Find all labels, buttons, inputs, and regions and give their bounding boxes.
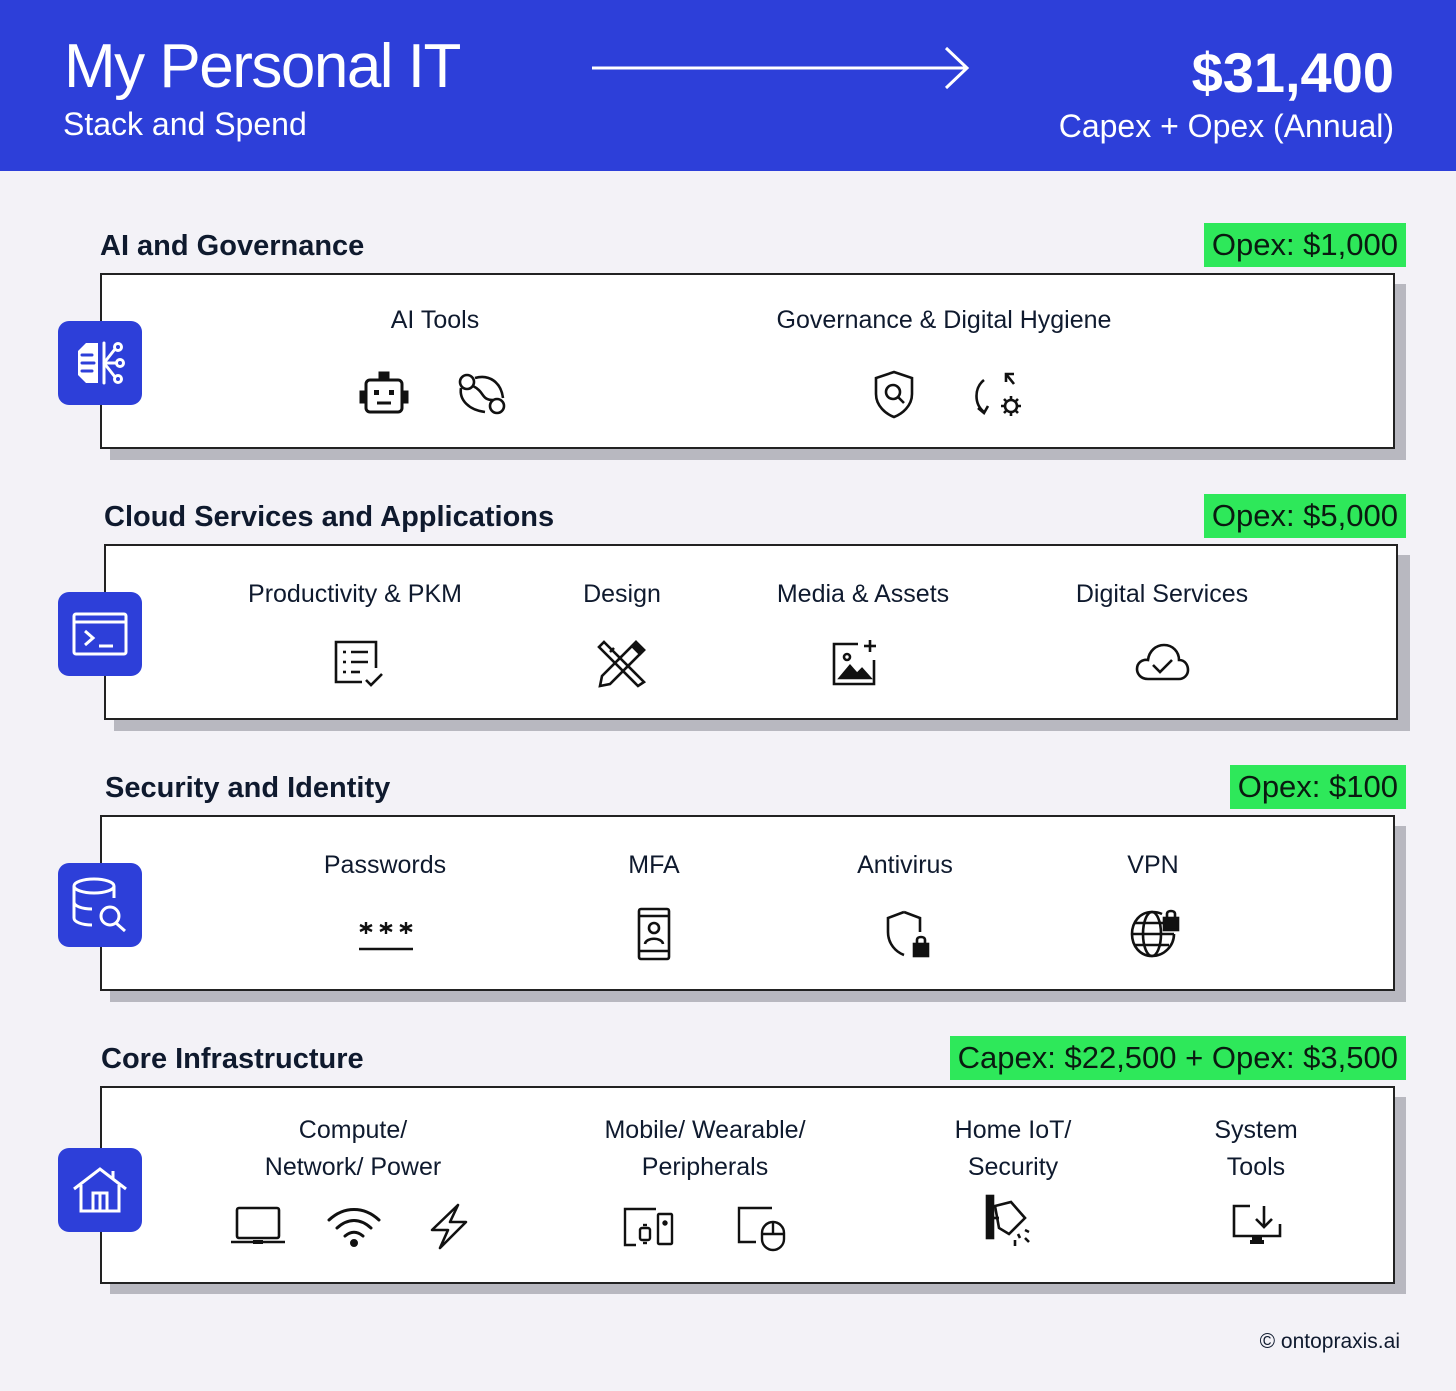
badge-core-infra: Capex: $22,500 + Opex: $3,500 xyxy=(949,1036,1406,1080)
checklist-icon xyxy=(334,640,383,687)
database-search-icon xyxy=(58,863,142,947)
item-label-media: Media & Assets xyxy=(776,580,950,608)
badge-security: Opex: $100 xyxy=(1229,765,1406,809)
robot-icon xyxy=(359,371,409,414)
phone-user-icon xyxy=(637,907,671,961)
item-label-passwords: Passwords xyxy=(323,851,447,879)
right-arrow-icon xyxy=(592,46,970,90)
total-caption: Capex + Opex (Annual) xyxy=(1058,108,1394,144)
wifi-icon xyxy=(327,1208,381,1247)
header-banner: My Personal IT Stack and Spend $31,400 C… xyxy=(0,0,1456,171)
monitor-download-icon xyxy=(1232,1204,1282,1244)
mouse-icon xyxy=(737,1206,786,1252)
total-spend: $31,400 xyxy=(1191,41,1394,104)
shield-search-icon xyxy=(874,370,914,419)
pencil-ruler-icon xyxy=(597,640,647,688)
cloud-check-icon xyxy=(1135,643,1190,681)
page-title: My Personal IT xyxy=(64,32,461,101)
copyright-footer: © ontopraxis.ai xyxy=(1259,1330,1400,1353)
item-label-digital-services: Digital Services xyxy=(1075,580,1249,608)
section-title-ai-governance: AI and Governance xyxy=(100,230,365,262)
shield-lock-icon xyxy=(886,910,930,958)
item-label-productivity: Productivity & PKM xyxy=(248,580,462,608)
globe-lock-icon xyxy=(1130,909,1180,958)
ai-brain-network-icon xyxy=(58,321,142,405)
page-subtitle: Stack and Spend xyxy=(63,106,307,142)
card-cloud-services xyxy=(104,544,1398,720)
card-ai-governance xyxy=(100,273,1395,449)
item-label-antivirus: Antivirus xyxy=(857,851,953,879)
item-label-mobile: Mobile/ Wearable/ Peripherals xyxy=(604,1116,806,1181)
card-security xyxy=(100,815,1395,991)
item-label-vpn: VPN xyxy=(1127,851,1179,879)
laptop-icon xyxy=(231,1206,285,1244)
item-label-mfa: MFA xyxy=(628,851,680,879)
item-label-system-tools: System Tools xyxy=(1214,1116,1298,1181)
section-title-cloud-services: Cloud Services and Applications xyxy=(104,501,555,533)
badge-cloud-services: Opex: $5,000 xyxy=(1203,494,1406,538)
section-title-security: Security and Identity xyxy=(105,772,391,804)
item-label-ai-tools: AI Tools xyxy=(390,306,480,334)
lightning-icon xyxy=(430,1203,468,1250)
item-label-compute: Compute/ Network/ Power xyxy=(264,1116,442,1181)
terminal-window-icon xyxy=(58,592,142,676)
add-image-icon xyxy=(832,640,876,686)
devices-icon xyxy=(623,1207,674,1247)
refresh-settings-icon xyxy=(975,372,1021,416)
item-label-home-iot: Home IoT/ Security xyxy=(954,1116,1072,1181)
home-icon xyxy=(58,1148,142,1232)
badge-ai-governance: Opex: $1,000 xyxy=(1203,223,1406,267)
password-field-icon xyxy=(359,922,413,951)
security-camera-icon xyxy=(985,1194,1030,1246)
workflow-path-icon xyxy=(458,373,506,415)
section-title-core-infra: Core Infrastructure xyxy=(101,1043,364,1075)
item-label-design: Design xyxy=(583,580,661,608)
item-label-governance: Governance & Digital Hygiene xyxy=(776,306,1112,334)
